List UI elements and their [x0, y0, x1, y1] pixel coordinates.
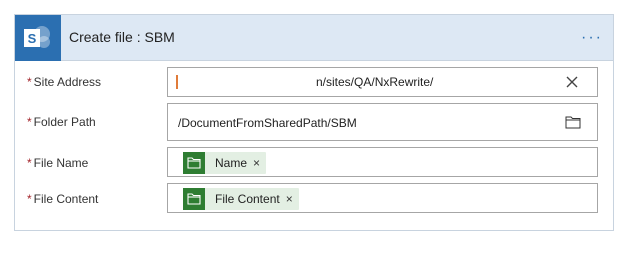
folder-dynamic-content-icon — [183, 188, 205, 210]
folder-icon[interactable] — [565, 115, 581, 132]
folder-path-row: * Folder Path /DocumentFromSharedPath/SBM — [15, 103, 613, 141]
name-token[interactable]: Name × — [183, 152, 267, 174]
site-address-label: * Site Address — [27, 75, 102, 89]
file-content-label: * File Content — [27, 192, 99, 206]
file-name-label: * File Name — [27, 156, 89, 170]
input-cursor-mark — [176, 75, 178, 89]
remove-token-button[interactable]: × — [286, 192, 299, 206]
folder-path-value: /DocumentFromSharedPath/SBM — [178, 116, 357, 130]
more-options-button[interactable]: ··· — [581, 29, 603, 47]
sharepoint-logo-icon: S — [15, 15, 61, 61]
file-content-token[interactable]: File Content × — [183, 188, 299, 210]
site-address-row: * Site Address n/sites/QA/NxRewrite/ — [15, 67, 613, 97]
file-name-field[interactable]: Name × — [167, 147, 598, 177]
site-address-value: n/sites/QA/NxRewrite/ — [316, 75, 434, 89]
file-name-row: * File Name Name × — [15, 147, 613, 177]
clear-x-icon[interactable] — [565, 75, 579, 92]
action-card: S Create file : SBM ··· * Site Address n/… — [14, 14, 614, 231]
required-asterisk: * — [27, 75, 32, 89]
token-label: File Content — [215, 192, 280, 206]
file-content-field[interactable]: File Content × — [167, 183, 598, 213]
file-content-row: * File Content File Content × — [15, 183, 613, 213]
token-label: Name — [215, 156, 248, 170]
folder-path-label: * Folder Path — [27, 115, 96, 129]
remove-token-button[interactable]: × — [253, 156, 266, 170]
action-header[interactable]: S Create file : SBM ··· — [15, 15, 613, 61]
folder-dynamic-content-icon — [183, 152, 205, 174]
site-address-field[interactable]: n/sites/QA/NxRewrite/ — [167, 67, 598, 97]
logo-letter: S — [28, 31, 37, 46]
folder-path-field[interactable]: /DocumentFromSharedPath/SBM — [167, 103, 598, 141]
action-title: Create file : SBM — [69, 29, 175, 45]
